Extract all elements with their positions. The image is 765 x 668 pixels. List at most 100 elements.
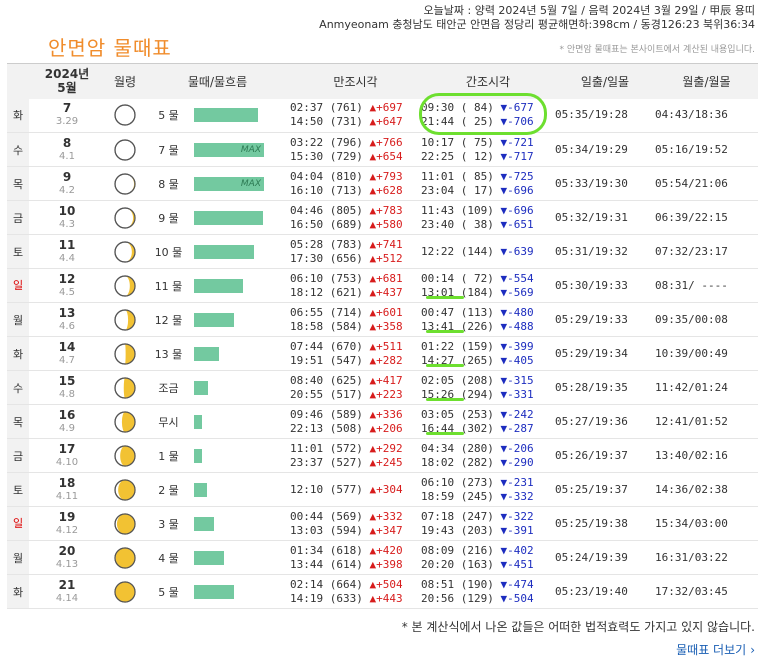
high-tide-delta: ▲+417 bbox=[369, 373, 403, 387]
high-tide-delta: ▲+647 bbox=[369, 115, 403, 129]
moonrise-moonset: 13:40/02:16 bbox=[655, 438, 758, 473]
calculation-note: * 안면암 물때표는 본사이트에서 계산된 내용입니다. bbox=[559, 45, 755, 55]
low-tide-time: 18:59 (245) bbox=[421, 489, 494, 503]
header-moon-age: 월령 bbox=[105, 63, 145, 99]
moon-phase-icon bbox=[105, 438, 145, 473]
high-tide-times: 08:40 (625) ▲+417 20:55 (517) ▲+223 bbox=[290, 370, 421, 405]
tide-name: 3 물 bbox=[145, 506, 192, 541]
high-tide-time: 04:46 (805) bbox=[290, 203, 363, 217]
date-cell: 12 4.5 bbox=[29, 268, 105, 303]
tide-name: 2 물 bbox=[145, 472, 192, 507]
day-of-week: 월 bbox=[7, 540, 29, 575]
high-tide-delta: ▲+783 bbox=[369, 203, 403, 217]
solar-day: 11 bbox=[58, 237, 76, 252]
tide-flow-bar bbox=[194, 210, 263, 225]
header-moonrise-moonset: 월출/월몰 bbox=[655, 63, 758, 99]
highlight-underline bbox=[426, 296, 464, 299]
moonrise-moonset: 11:42/01:24 bbox=[655, 370, 758, 405]
sunrise-sunset: 05:27/19:36 bbox=[555, 404, 655, 439]
low-tide-delta: ▼-717 bbox=[500, 149, 534, 163]
low-tide-delta: ▼-290 bbox=[500, 455, 534, 469]
tide-flow-bar bbox=[194, 550, 224, 565]
high-tide-delta: ▲+398 bbox=[369, 557, 403, 571]
tide-flow-bar bbox=[194, 108, 258, 123]
high-tide-time: 05:28 (783) bbox=[290, 237, 363, 251]
max-label: MAX bbox=[240, 144, 261, 155]
moonrise-moonset: 12:41/01:52 bbox=[655, 404, 758, 439]
day-of-week: 화 bbox=[7, 336, 29, 371]
sunrise-sunset: 05:33/19:30 bbox=[555, 166, 655, 201]
table-row: 목 9 4.2 8 물 MAX 04:04 (810) ▲+793 16:10 … bbox=[7, 166, 758, 201]
high-tide-delta: ▲+601 bbox=[369, 305, 403, 319]
low-tide-time: 03:05 (253) bbox=[421, 407, 494, 421]
low-tide-delta: ▼-480 bbox=[500, 305, 534, 319]
high-tide-delta: ▲+741 bbox=[369, 237, 403, 251]
high-tide-times: 01:34 (618) ▲+420 13:44 (614) ▲+398 bbox=[290, 540, 421, 575]
moonrise-moonset: 16:31/03:22 bbox=[655, 540, 758, 575]
tide-name: 11 물 bbox=[145, 268, 192, 303]
high-tide-times: 09:46 (589) ▲+336 22:13 (508) ▲+206 bbox=[290, 404, 421, 439]
low-tide-delta: ▼-242 bbox=[500, 407, 534, 421]
day-of-week: 금 bbox=[7, 438, 29, 473]
header-sunrise-sunset: 일출/일몰 bbox=[555, 63, 655, 99]
tide-name: 5 물 bbox=[145, 98, 192, 133]
lunar-date: 4.14 bbox=[55, 592, 79, 604]
sunrise-sunset: 05:24/19:39 bbox=[555, 540, 655, 575]
low-tide-time: 00:47 (113) bbox=[421, 305, 494, 319]
low-tide-time: 11:01 ( 85) bbox=[421, 169, 494, 183]
moonrise-moonset: 05:54/21:06 bbox=[655, 166, 758, 201]
moon-phase-icon bbox=[105, 302, 145, 337]
table-row: 일 12 4.5 11 물 06:10 (753) ▲+681 18:12 (6… bbox=[7, 268, 758, 303]
high-tide-times: 02:14 (664) ▲+504 14:19 (633) ▲+443 bbox=[290, 574, 421, 609]
lunar-date: 4.7 bbox=[59, 354, 75, 366]
tide-name: 5 물 bbox=[145, 574, 192, 609]
day-of-week: 일 bbox=[7, 506, 29, 541]
tide-flow-bar: MAX bbox=[194, 176, 264, 191]
low-tide-time: 20:20 (163) bbox=[421, 557, 494, 571]
tide-table: 2024년 5월 월령 물때/물흐름 만조시각 간조시각 일출/일몰 월출/월몰… bbox=[7, 63, 758, 609]
date-cell: 21 4.14 bbox=[29, 574, 105, 609]
high-tide-times: 11:01 (572) ▲+292 23:37 (527) ▲+245 bbox=[290, 438, 421, 473]
more-link-label[interactable]: 물때표 더보기 bbox=[676, 643, 746, 657]
highlight-oval bbox=[419, 93, 547, 135]
tide-name: 무시 bbox=[145, 404, 192, 439]
date-cell: 19 4.12 bbox=[29, 506, 105, 541]
tide-flow-cell: MAX bbox=[192, 132, 290, 167]
moon-phase-icon bbox=[105, 506, 145, 541]
high-tide-delta: ▲+766 bbox=[369, 135, 403, 149]
low-tide-times: 04:34 (280) ▼-206 18:02 (282) ▼-290 bbox=[421, 438, 555, 473]
tide-flow-bar: MAX bbox=[194, 142, 264, 157]
lunar-date: 4.11 bbox=[55, 490, 79, 502]
solar-day: 15 bbox=[58, 373, 76, 388]
more-tide-table-link[interactable]: 물때표 더보기 › bbox=[676, 641, 755, 658]
low-tide-times: 11:01 ( 85) ▼-725 23:04 ( 17) ▼-696 bbox=[421, 166, 555, 201]
table-row: 토 11 4.4 10 물 05:28 (783) ▲+741 17:30 (6… bbox=[7, 234, 758, 269]
highlight-underline bbox=[426, 364, 464, 367]
table-row: 목 16 4.9 무시 09:46 (589) ▲+336 22:13 (508… bbox=[7, 404, 758, 439]
high-tide-times: 06:10 (753) ▲+681 18:12 (621) ▲+437 bbox=[290, 268, 421, 303]
high-tide-times: 00:44 (569) ▲+332 13:03 (594) ▲+347 bbox=[290, 506, 421, 541]
highlight-underline bbox=[426, 330, 464, 333]
header-date: 2024년 5월 bbox=[29, 63, 105, 99]
sunrise-sunset: 05:28/19:35 bbox=[555, 370, 655, 405]
tide-flow-bar bbox=[194, 244, 254, 259]
low-tide-times: 08:09 (216) ▼-402 20:20 (163) ▼-451 bbox=[421, 540, 555, 575]
day-of-week: 금 bbox=[7, 200, 29, 235]
lunar-date: 4.8 bbox=[59, 388, 75, 400]
table-row: 월 13 4.6 12 물 06:55 (714) ▲+601 18:58 (5… bbox=[7, 302, 758, 337]
moon-phase-icon bbox=[105, 540, 145, 575]
high-tide-delta: ▲+437 bbox=[369, 285, 403, 299]
date-cell: 13 4.6 bbox=[29, 302, 105, 337]
low-tide-delta: ▼-721 bbox=[500, 135, 534, 149]
solar-day: 14 bbox=[58, 339, 76, 354]
table-header-row: 2024년 5월 월령 물때/물흐름 만조시각 간조시각 일출/일몰 월출/월몰 bbox=[7, 63, 758, 99]
today-date-line: 오늘날짜 : 양력 2024년 5월 7일 / 음력 2024년 3월 29일 … bbox=[423, 4, 755, 17]
lunar-date: 3.29 bbox=[55, 116, 79, 128]
low-tide-time: 01:22 (159) bbox=[421, 339, 494, 353]
moonrise-moonset: 15:34/03:00 bbox=[655, 506, 758, 541]
lunar-date: 4.5 bbox=[59, 286, 75, 298]
tide-name: 10 물 bbox=[145, 234, 192, 269]
tide-name: 12 물 bbox=[145, 302, 192, 337]
lunar-date: 4.6 bbox=[59, 320, 75, 332]
low-tide-time: 10:17 ( 75) bbox=[421, 135, 494, 149]
